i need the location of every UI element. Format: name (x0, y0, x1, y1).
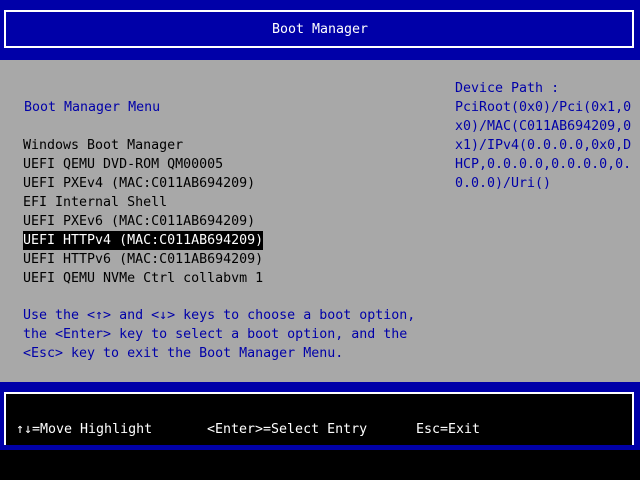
hotkey-exit: Esc=Exit (416, 422, 481, 437)
boot-option-list: Windows Boot Manager UEFI QEMU DVD-ROM Q… (23, 136, 453, 288)
help-text: Use the <↑> and <↓> keys to choose a boo… (23, 306, 415, 363)
boot-option-label: UEFI HTTPv6 (MAC:C011AB694209) (23, 252, 264, 267)
boot-option-pxev4[interactable]: UEFI PXEv4 (MAC:C011AB694209) (23, 174, 453, 193)
boot-option-httpv4-selected[interactable]: UEFI HTTPv4 (MAC:C011AB694209) (23, 231, 453, 250)
boot-option-label: UEFI PXEv4 (MAC:C011AB694209) (23, 176, 256, 191)
boot-option-pxev6[interactable]: UEFI PXEv6 (MAC:C011AB694209) (23, 212, 453, 231)
boot-option-label: UEFI QEMU DVD-ROM QM00005 (23, 157, 224, 172)
menu-heading: Boot Manager Menu (24, 100, 161, 115)
boot-option-label: UEFI PXEv6 (MAC:C011AB694209) (23, 214, 256, 229)
boot-option-qemu-nvme[interactable]: UEFI QEMU NVMe Ctrl collabvm 1 (23, 269, 453, 288)
boot-option-label: UEFI QEMU NVMe Ctrl collabvm 1 (23, 271, 264, 286)
device-path-value: HCP,0.0.0.0,0.0.0.0,0. (455, 157, 632, 172)
boot-option-label: EFI Internal Shell (23, 195, 168, 210)
page-title: Boot Manager (271, 22, 369, 37)
boot-option-qemu-dvd-rom[interactable]: UEFI QEMU DVD-ROM QM00005 (23, 155, 453, 174)
hotkey-move-highlight: ↑↓=Move Highlight (16, 422, 153, 437)
help-line: <Esc> key to exit the Boot Manager Menu. (23, 346, 344, 361)
boot-option-efi-internal-shell[interactable]: EFI Internal Shell (23, 193, 453, 212)
boot-option-label: Windows Boot Manager (23, 138, 184, 153)
device-path-value: PciRoot(0x0)/Pci(0x1,0 (455, 100, 632, 115)
device-path-label: Device Path : (455, 81, 560, 96)
hotkey-select-entry: <Enter>=Select Entry (207, 422, 368, 437)
boot-option-httpv6[interactable]: UEFI HTTPv6 (MAC:C011AB694209) (23, 250, 453, 269)
help-line: the <Enter> key to select a boot option,… (23, 327, 408, 342)
device-path-value: x1)/IPv4(0.0.0.0,0x0,D (455, 138, 632, 153)
device-path-value: 0.0.0)/Uri() (455, 176, 552, 191)
boot-option-label-highlighted: UEFI HTTPv4 (MAC:C011AB694209) (23, 231, 264, 250)
help-line: Use the <↑> and <↓> keys to choose a boo… (23, 308, 416, 323)
device-path-value: x0)/MAC(C011AB694209,0 (455, 119, 632, 134)
device-path-panel: Device Path : PciRoot(0x0)/Pci(0x1,0 x0)… (455, 79, 631, 193)
boot-option-windows-boot-manager[interactable]: Windows Boot Manager (23, 136, 453, 155)
